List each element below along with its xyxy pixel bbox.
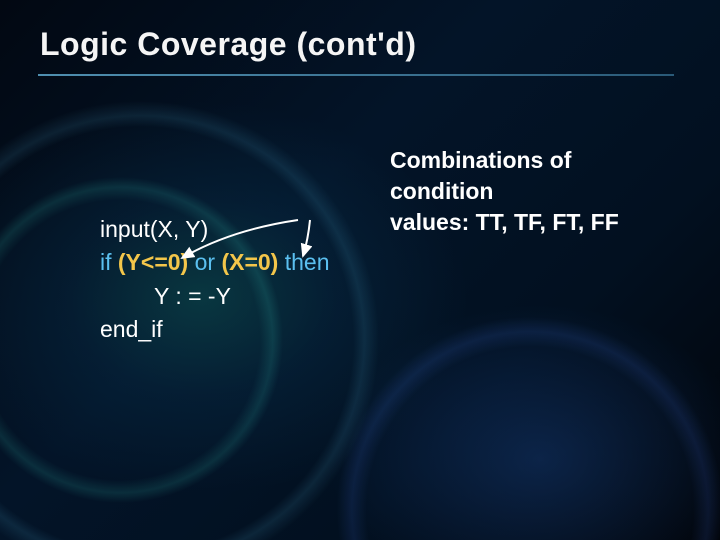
code-line-1: input(X, Y) — [100, 213, 330, 246]
code-line-4: end_if — [100, 313, 330, 346]
annotation-line1: Combinations of condition — [390, 147, 571, 204]
slide-title: Logic Coverage (cont'd) — [40, 26, 416, 63]
annotation-text: Combinations of condition values: TT, TF… — [390, 145, 680, 238]
keyword-if: if — [100, 249, 118, 275]
code-line-2: if (Y<=0) or (X=0) then — [100, 246, 330, 279]
keyword-then: then — [278, 249, 329, 275]
keyword-or: or — [188, 249, 221, 275]
code-line-3: Y : = -Y — [100, 280, 330, 313]
code-block: input(X, Y) if (Y<=0) or (X=0) then Y : … — [100, 213, 330, 346]
slide: Logic Coverage (cont'd) Combinations of … — [0, 0, 720, 540]
code-statement: Y : = -Y — [154, 283, 231, 309]
annotation-line2: values: TT, TF, FT, FF — [390, 207, 680, 238]
condition-2: (X=0) — [221, 249, 278, 275]
bg-swirl — [320, 300, 720, 540]
condition-1: (Y<=0) — [118, 249, 188, 275]
title-underline — [38, 74, 674, 76]
